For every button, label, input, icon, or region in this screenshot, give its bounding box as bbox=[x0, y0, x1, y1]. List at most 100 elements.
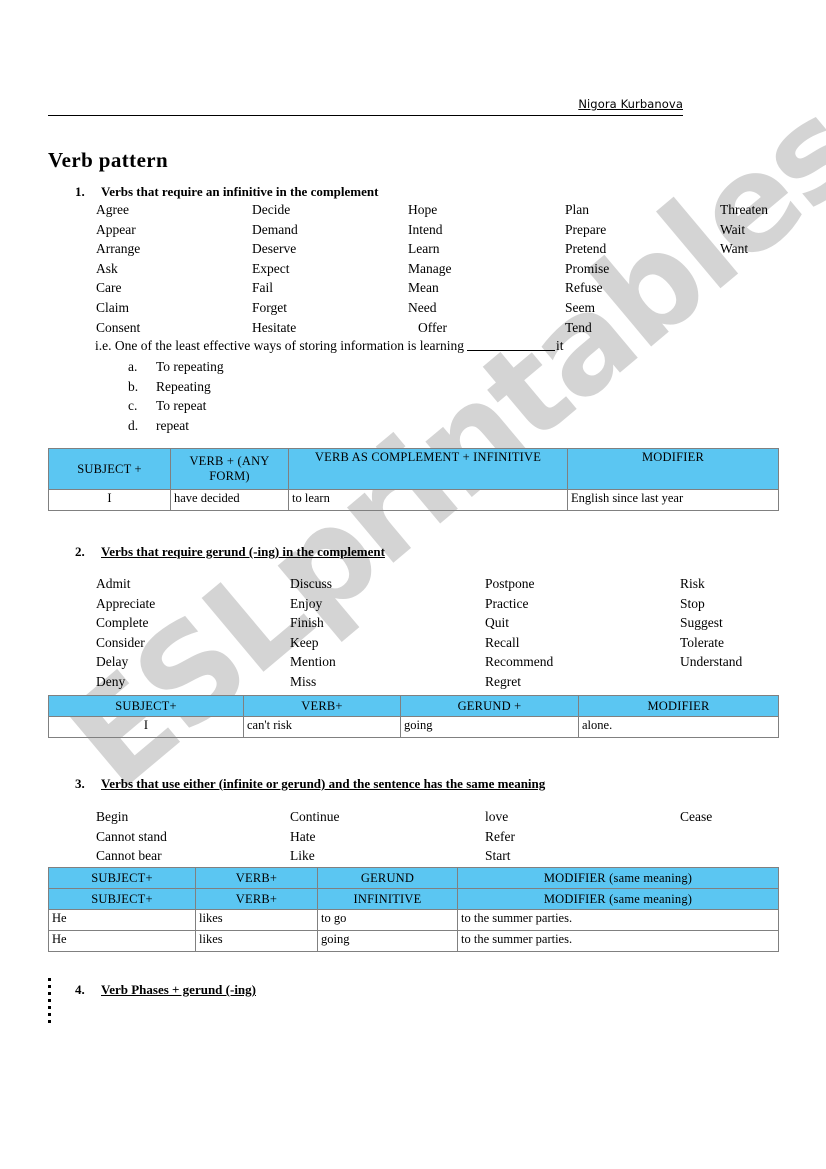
choice-c: c. To repeat bbox=[128, 396, 224, 416]
verb-item: love bbox=[485, 809, 509, 824]
section-title-2: Verbs that require gerund (-ing) in the … bbox=[101, 544, 385, 559]
table-cell-gerund: going bbox=[317, 930, 458, 952]
section-heading-4: 4. Verb Phases + gerund (-ing) bbox=[75, 982, 256, 998]
choice-text: Repeating bbox=[156, 378, 211, 394]
table-cell-subject: I bbox=[48, 489, 171, 511]
example-suffix: it bbox=[556, 338, 564, 353]
verb-item: Manage bbox=[408, 260, 452, 276]
section-heading-1: 1. Verbs that require an infinitive in th… bbox=[75, 184, 378, 200]
verb-item: Pretend bbox=[565, 241, 607, 257]
table-header-cell: MODIFIER bbox=[567, 448, 779, 490]
verb-item: Prepare bbox=[565, 221, 607, 237]
table-row: I can't risk going alone. bbox=[48, 716, 779, 738]
table-header-cell: GERUND + bbox=[400, 695, 579, 717]
table-header-row: SUBJECT+ VERB+ GERUND + MODIFIER bbox=[48, 695, 779, 717]
verb-item: Decide bbox=[252, 202, 291, 217]
section-heading-3: 3. Verbs that use either (infinite or ger… bbox=[75, 776, 545, 792]
table-cell-infinitive: to go bbox=[317, 909, 458, 931]
verb-item: Hope bbox=[408, 202, 438, 217]
table-header-cell: INFINITIVE bbox=[317, 888, 458, 910]
verb-item: Miss bbox=[290, 673, 317, 689]
choice-letter: b. bbox=[128, 378, 139, 394]
verb-item: Start bbox=[485, 848, 511, 864]
section-title-1: Verbs that require an infinitive in the … bbox=[101, 184, 379, 199]
verb-item: Need bbox=[408, 299, 437, 315]
verb-item: Deny bbox=[96, 673, 126, 689]
choice-d: d. repeat bbox=[128, 416, 224, 436]
section-number-1: 1. bbox=[75, 184, 85, 199]
verb-item: Complete bbox=[96, 615, 149, 631]
verb-item: Plan bbox=[565, 202, 590, 217]
choice-letter: c. bbox=[128, 398, 138, 414]
verb-item: Discuss bbox=[290, 576, 333, 591]
verb-item: Fail bbox=[252, 280, 274, 296]
verb-item: Stop bbox=[680, 595, 705, 611]
table-header-cell: MODIFIER bbox=[578, 695, 779, 717]
verb-column-3-4: Cease bbox=[680, 807, 712, 827]
table-header-cell: VERB+ bbox=[243, 695, 401, 717]
table-cell-subject: I bbox=[48, 716, 244, 738]
verb-item: Refer bbox=[485, 828, 515, 844]
verb-item: Mean bbox=[408, 280, 439, 296]
verb-item: Promise bbox=[565, 260, 610, 276]
verb-item: Learn bbox=[408, 241, 440, 257]
choice-text: To repeat bbox=[156, 398, 207, 414]
verb-item: Hate bbox=[290, 828, 316, 844]
verb-item: Cannot bear bbox=[96, 848, 162, 864]
table-header-cell: VERB AS COMPLEMENT + INFINITIVE bbox=[288, 448, 568, 490]
verb-item: Postpone bbox=[485, 576, 535, 591]
verb-item: Begin bbox=[96, 809, 129, 824]
table-header-cell: GERUND bbox=[317, 867, 458, 889]
document-page: ESLprintables.com Nigora Kurbanova Verb … bbox=[0, 0, 826, 1169]
verb-item: Enjoy bbox=[290, 595, 323, 611]
table-cell-modifier: alone. bbox=[578, 716, 779, 738]
verb-item: Recommend bbox=[485, 654, 554, 670]
section-number-4: 4. bbox=[75, 982, 85, 997]
verb-item: Like bbox=[290, 848, 315, 864]
verb-item: Cannot stand bbox=[96, 828, 167, 844]
table-header-cell: SUBJECT+ bbox=[48, 695, 244, 717]
verb-item: Seem bbox=[565, 299, 595, 315]
table-header-cell: VERB + (ANY FORM) bbox=[170, 448, 289, 490]
verb-item: Arrange bbox=[96, 241, 141, 257]
table-header-row-gerund: SUBJECT+ VERB+ GERUND MODIFIER (same mea… bbox=[48, 867, 779, 889]
choice-text: To repeating bbox=[156, 359, 224, 374]
verb-item: Intend bbox=[408, 221, 443, 237]
verb-item: Want bbox=[720, 241, 749, 257]
table-row: He likes to go to the summer parties. bbox=[48, 909, 779, 931]
verb-item: Forget bbox=[252, 299, 288, 315]
table-cell-verb: have decided bbox=[170, 489, 289, 511]
section-number-2: 2. bbox=[75, 544, 85, 559]
table-cell-verb: likes bbox=[195, 930, 318, 952]
verb-column-1-1: Agree Appear Arrange Ask Care Claim Cons… bbox=[96, 200, 140, 337]
verb-column-2-1: Admit Appreciate Complete Consider Delay… bbox=[96, 574, 155, 692]
verb-column-3-1: Begin Cannot stand Cannot bear bbox=[96, 807, 167, 866]
verb-item: Continue bbox=[290, 809, 340, 824]
verb-item: Threaten bbox=[720, 202, 768, 217]
example-choices: a. To repeating b. Repeating c. To repeat d… bbox=[128, 357, 224, 435]
infinitive-pattern-table: SUBJECT + VERB + (ANY FORM) VERB AS COMP… bbox=[48, 448, 779, 511]
table-header-cell: VERB+ bbox=[195, 888, 318, 910]
verb-item: Recall bbox=[485, 634, 520, 650]
table-cell-subject: He bbox=[48, 909, 196, 931]
table-cell-modifier: to the summer parties. bbox=[457, 930, 779, 952]
verb-item: Offer bbox=[418, 319, 447, 335]
section-number-3: 3. bbox=[75, 776, 85, 791]
verb-item: Finish bbox=[290, 615, 324, 631]
verb-column-2-3: Postpone Practice Quit Recall Recommend … bbox=[485, 574, 553, 692]
section-heading-2: 2. Verbs that require gerund (-ing) in th… bbox=[75, 544, 385, 560]
verb-item: Ask bbox=[96, 260, 118, 276]
verb-item: Appreciate bbox=[96, 595, 156, 611]
verb-item: Care bbox=[96, 280, 122, 296]
verb-item: Wait bbox=[720, 221, 746, 237]
table-cell-modifier: English since last year bbox=[567, 489, 779, 511]
verb-column-1-4: Plan Prepare Pretend Promise Refuse Seem… bbox=[565, 200, 609, 337]
verb-column-3-3: love Refer Start bbox=[485, 807, 515, 866]
table-cell-modifier: to the summer parties. bbox=[457, 909, 779, 931]
verb-item: Claim bbox=[96, 299, 129, 315]
table-header-cell: MODIFIER (same meaning) bbox=[457, 888, 779, 910]
verb-item: Expect bbox=[252, 260, 290, 276]
verb-item: Risk bbox=[680, 576, 705, 591]
table-cell-complement: to learn bbox=[288, 489, 568, 511]
page-header: Nigora Kurbanova bbox=[48, 95, 683, 116]
